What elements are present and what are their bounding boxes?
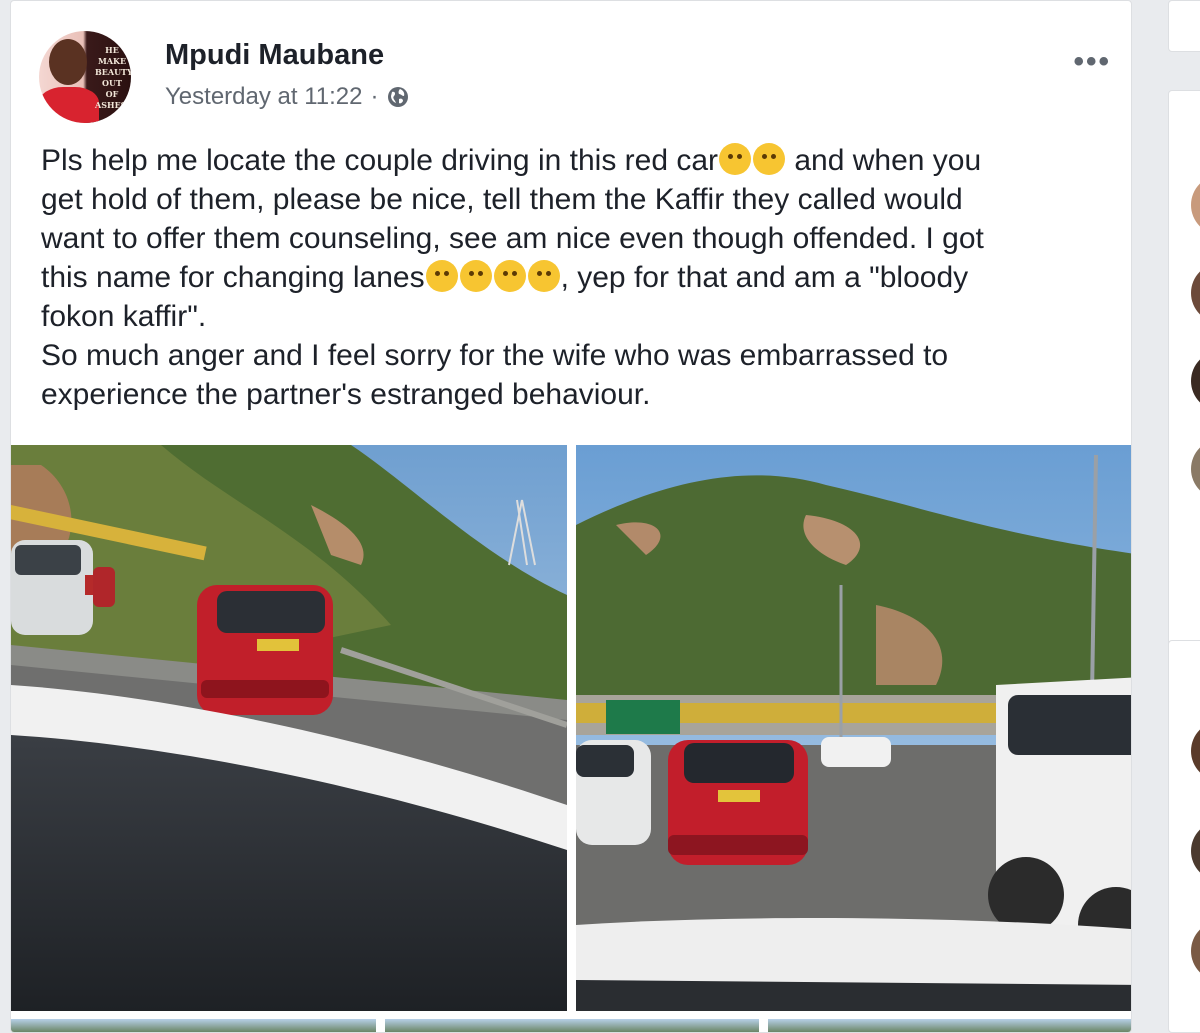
avatar-quote-line: HE MAKE: [97, 45, 127, 66]
avatar-quote-line: BEAUTY: [95, 67, 131, 77]
post-header: HE MAKE BEAUTY OUT OF ASHES. Mpudi Mauba…: [39, 27, 1111, 127]
meta-separator: ·: [370, 83, 379, 110]
avatar-quote-line: OUT OF: [102, 78, 122, 99]
eye-roll-emoji-icon: [493, 260, 526, 292]
text-segment: this name for changing lanes: [41, 261, 425, 294]
contact-avatar[interactable]: [1191, 921, 1200, 981]
thinking-emoji-icon: [753, 143, 786, 175]
post-text-line: experience the partner's estranged behav…: [41, 378, 651, 411]
photo-thumbnail[interactable]: [385, 1019, 759, 1032]
avatar-face: [49, 39, 87, 85]
contact-avatar[interactable]: [1191, 175, 1200, 235]
right-sidebar: [1158, 0, 1200, 1033]
text-segment: , yep for that and am a "bloody: [560, 261, 969, 294]
photo-red-car-intersection[interactable]: [576, 445, 1131, 1011]
thinking-emoji-icon: [459, 260, 492, 292]
post-text-line: want to offer them counseling, see am ni…: [41, 222, 984, 255]
post-text-line: fokon kaffir".: [41, 300, 207, 333]
contact-avatar[interactable]: [1191, 439, 1200, 499]
raised-eyebrow-emoji-icon: [425, 260, 458, 292]
facebook-feed: HE MAKE BEAUTY OUT OF ASHES. Mpudi Mauba…: [0, 0, 1200, 1033]
raised-eyebrow-emoji-icon: [719, 143, 752, 175]
avatar-dress: [39, 87, 99, 123]
contact-avatar[interactable]: [1191, 351, 1200, 411]
contact-avatar[interactable]: [1191, 821, 1200, 881]
author-avatar[interactable]: HE MAKE BEAUTY OUT OF ASHES.: [39, 31, 131, 123]
photo-thumbnail[interactable]: [11, 1019, 376, 1032]
sidebar-box: [1168, 640, 1200, 1033]
post-text: Pls help me locate the couple driving in…: [41, 141, 1101, 414]
contact-avatar[interactable]: [1191, 721, 1200, 781]
text-segment: and when you: [786, 144, 982, 177]
contact-avatar[interactable]: [1191, 263, 1200, 323]
author-name[interactable]: Mpudi Maubane: [165, 39, 384, 72]
sidebar-contacts: [1168, 90, 1200, 650]
sidebar-box: [1168, 0, 1200, 52]
text-segment: Pls help me locate the couple driving in…: [41, 144, 719, 177]
photo-thumbnail[interactable]: [768, 1019, 1131, 1032]
post-meta: Yesterday at 11:22 ·: [165, 83, 410, 111]
globe-icon[interactable]: [386, 85, 410, 109]
photo-red-car-intersection-scene: [576, 445, 1131, 1011]
photo-red-car-highway-scene: [11, 445, 567, 1011]
photo-red-car-highway[interactable]: [11, 445, 567, 1011]
post-text-line: this name for changing lanes , yep for th…: [41, 258, 1101, 297]
post-text-line: So much anger and I feel sorry for the w…: [41, 339, 949, 372]
post-timestamp[interactable]: Yesterday at 11:22: [165, 83, 362, 111]
avatar-quote: HE MAKE BEAUTY OUT OF ASHES.: [95, 45, 131, 111]
post-text-line: get hold of them, please be nice, tell t…: [41, 183, 963, 216]
smirk-emoji-icon: [527, 260, 560, 292]
avatar-quote-line: ASHES.: [95, 100, 129, 110]
post-card: HE MAKE BEAUTY OUT OF ASHES. Mpudi Mauba…: [10, 0, 1132, 1033]
more-options-icon[interactable]: •••: [1073, 45, 1111, 79]
post-text-line: Pls help me locate the couple driving in…: [41, 141, 1101, 180]
